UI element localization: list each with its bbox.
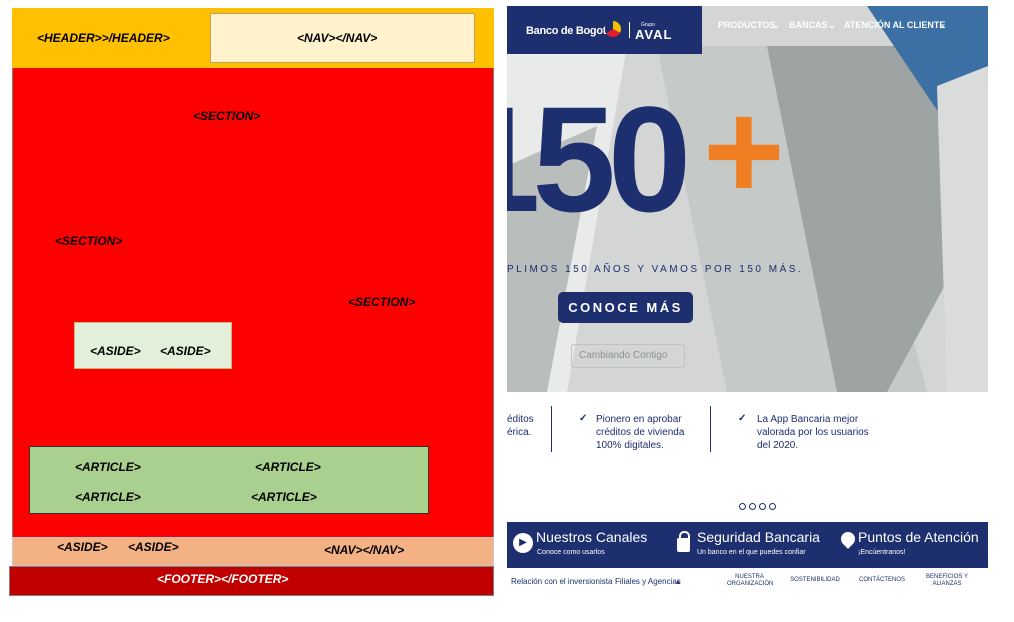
service-points-title: Puntos de Atención [858, 529, 979, 545]
campaign-badge: Cambiando Contigo [571, 344, 685, 368]
footer-nav-item[interactable]: CONTÁCTENOS [859, 577, 905, 584]
article-label: <ARTICLE> [75, 490, 141, 504]
features-strip: éditos érica. ✓ Pionero en aprobar crédi… [507, 392, 988, 522]
brand-logo-box[interactable]: Banco de Bogotá Grupo AVAL [507, 6, 702, 54]
nav-atencion-cliente[interactable]: ATENCIÓN AL CLIENTE [844, 20, 945, 30]
hero-plus: + [703, 72, 785, 229]
hero-tagline: PLIMOS 150 AÑOS Y VAMOS POR 150 MÁS. [507, 264, 804, 275]
security-title: Seguridad Bancaria [697, 529, 820, 545]
semantic-layout-diagram: <HEADER>>/HEADER> <NAV></NAV> <SECTION> … [0, 0, 500, 622]
cta-label: CONOCE MÁS [568, 300, 683, 315]
nav-bancas[interactable]: BANCAS [789, 20, 828, 30]
brand-emblem-icon [605, 21, 621, 37]
logo-divider [629, 22, 630, 38]
hero-banner: Banco de Bogotá Grupo AVAL PRODUCTOS ⌄ B… [507, 6, 988, 392]
service-points-link[interactable]: Puntos de Atención ¡Encúentranos! [837, 522, 988, 568]
footer-links: Relación con el inversionista Filiales y… [507, 568, 988, 594]
carousel-dot[interactable] [749, 503, 756, 510]
investor-relations-link[interactable]: Relación con el inversionista [511, 577, 612, 586]
feature-text-1: éditos érica. [507, 414, 534, 438]
section-label-1: <SECTION> [193, 109, 261, 123]
feature-text-2: Pionero en aprobar créditos de vivienda … [596, 414, 685, 451]
carousel-dot[interactable] [739, 503, 746, 510]
channels-link[interactable]: ▶ Nuestros Canales Conoce como usarlos [507, 522, 667, 568]
section-label-2: <SECTION> [55, 234, 123, 248]
lock-shackle [679, 531, 690, 541]
footer-nav-item[interactable]: BENEFICIOS Y ALIANZAS [925, 574, 969, 588]
aside-inner-label-1: <ASIDE> [90, 344, 141, 358]
feature-divider [551, 406, 552, 452]
service-points-subtitle: ¡Encúentranos! [858, 549, 906, 556]
article-label: <ARTICLE> [75, 460, 141, 474]
hero-number: 150 [507, 75, 691, 243]
checkmark-icon: ✓ [579, 413, 588, 424]
quick-links-bar: ▶ Nuestros Canales Conoce como usarlos S… [507, 522, 988, 568]
header-label: <HEADER>>/HEADER> [37, 31, 170, 45]
cta-button[interactable]: CONOCE MÁS [558, 292, 693, 323]
footer-nav-item[interactable]: NUESTRA ORGANIZACIÓN [727, 574, 773, 588]
play-icon: ▶ [513, 533, 533, 553]
feature-divider [710, 406, 711, 452]
chevron-down-icon: ⌄ [828, 20, 836, 30]
aside-inner-label-2: <ASIDE> [160, 344, 211, 358]
feature-text-3: La App Bancaria mejor valorada por los u… [757, 414, 869, 451]
affiliates-link[interactable]: Filiales y Agencias [615, 577, 681, 586]
aside-bottom-label-2: <ASIDE> [128, 540, 179, 554]
chevron-down-icon: ⌄ [938, 20, 946, 30]
brand-name: Banco de Bogotá [526, 25, 612, 37]
nav-top-label: <NAV></NAV> [297, 31, 378, 45]
campaign-label: Cambiando Contigo [579, 350, 668, 361]
carousel-dot[interactable] [769, 503, 776, 510]
top-navigation-bar: Banco de Bogotá Grupo AVAL PRODUCTOS ⌄ B… [507, 6, 988, 54]
channels-title: Nuestros Canales [536, 529, 648, 545]
location-pin-icon [838, 529, 858, 549]
nav-bottom-label: <NAV></NAV> [324, 543, 405, 557]
nav-productos[interactable]: PRODUCTOS [718, 20, 775, 30]
chevron-up-icon: ▴ [676, 577, 681, 586]
footer-label: <FOOTER></FOOTER> [157, 572, 289, 586]
carousel-dots[interactable] [739, 503, 779, 511]
carousel-dot[interactable] [759, 503, 766, 510]
chevron-down-icon: ⌄ [772, 20, 780, 30]
security-subtitle: Un banco en el que puedes confiar [697, 549, 806, 556]
aside-bottom-label-1: <ASIDE> [57, 540, 108, 554]
bank-website: Banco de Bogotá Grupo AVAL PRODUCTOS ⌄ B… [507, 6, 988, 594]
article-label: <ARTICLE> [251, 490, 317, 504]
article-label: <ARTICLE> [255, 460, 321, 474]
checkmark-icon: ✓ [738, 413, 747, 424]
security-link[interactable]: Seguridad Bancaria Un banco en el que pu… [673, 522, 823, 568]
channels-subtitle: Conoce como usarlos [537, 549, 605, 556]
footer-nav-item[interactable]: SOSTENIBILIDAD [790, 577, 840, 584]
section-label-3: <SECTION> [348, 295, 416, 309]
group-name: AVAL [635, 27, 673, 42]
